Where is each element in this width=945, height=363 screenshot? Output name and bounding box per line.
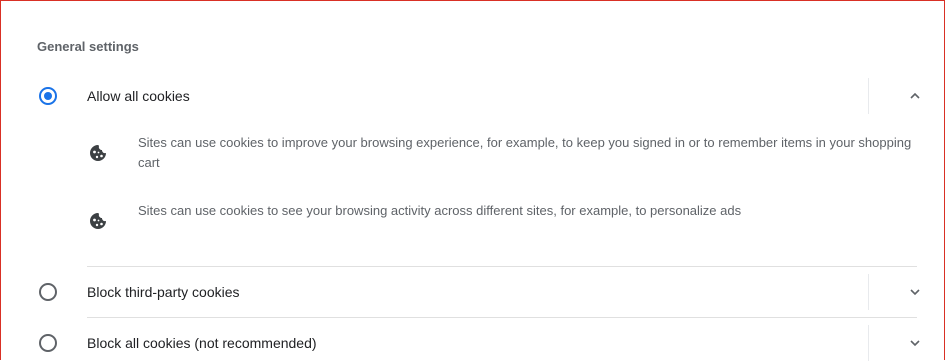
chevron-down-icon[interactable] [907, 335, 923, 351]
vertical-separator [868, 274, 869, 310]
divider [87, 317, 917, 318]
vertical-separator [868, 78, 869, 114]
option-label-block-all: Block all cookies (not recommended) [87, 335, 317, 351]
vertical-separator [868, 325, 869, 361]
divider [87, 266, 917, 267]
cookie-icon [90, 213, 106, 229]
cookie-settings-panel: General settings Allow all cookies Sites… [0, 0, 945, 363]
radio-button-unselected[interactable] [39, 334, 57, 352]
section-title: General settings [37, 39, 139, 54]
chevron-up-icon[interactable] [907, 88, 923, 104]
radio-option-allow-all[interactable]: Allow all cookies [1, 76, 944, 116]
chevron-down-icon[interactable] [907, 284, 923, 300]
radio-option-block-all[interactable]: Block all cookies (not recommended) [1, 323, 944, 363]
radio-button-unselected[interactable] [39, 283, 57, 301]
radio-option-block-third-party[interactable]: Block third-party cookies [1, 272, 944, 312]
option-label-allow-all: Allow all cookies [87, 88, 190, 104]
radio-button-selected[interactable] [39, 87, 57, 105]
option-label-block-third-party: Block third-party cookies [87, 284, 240, 300]
description-text: Sites can use cookies to improve your br… [138, 135, 912, 170]
description-text: Sites can use cookies to see your browsi… [138, 203, 742, 218]
cookie-icon [90, 145, 106, 161]
